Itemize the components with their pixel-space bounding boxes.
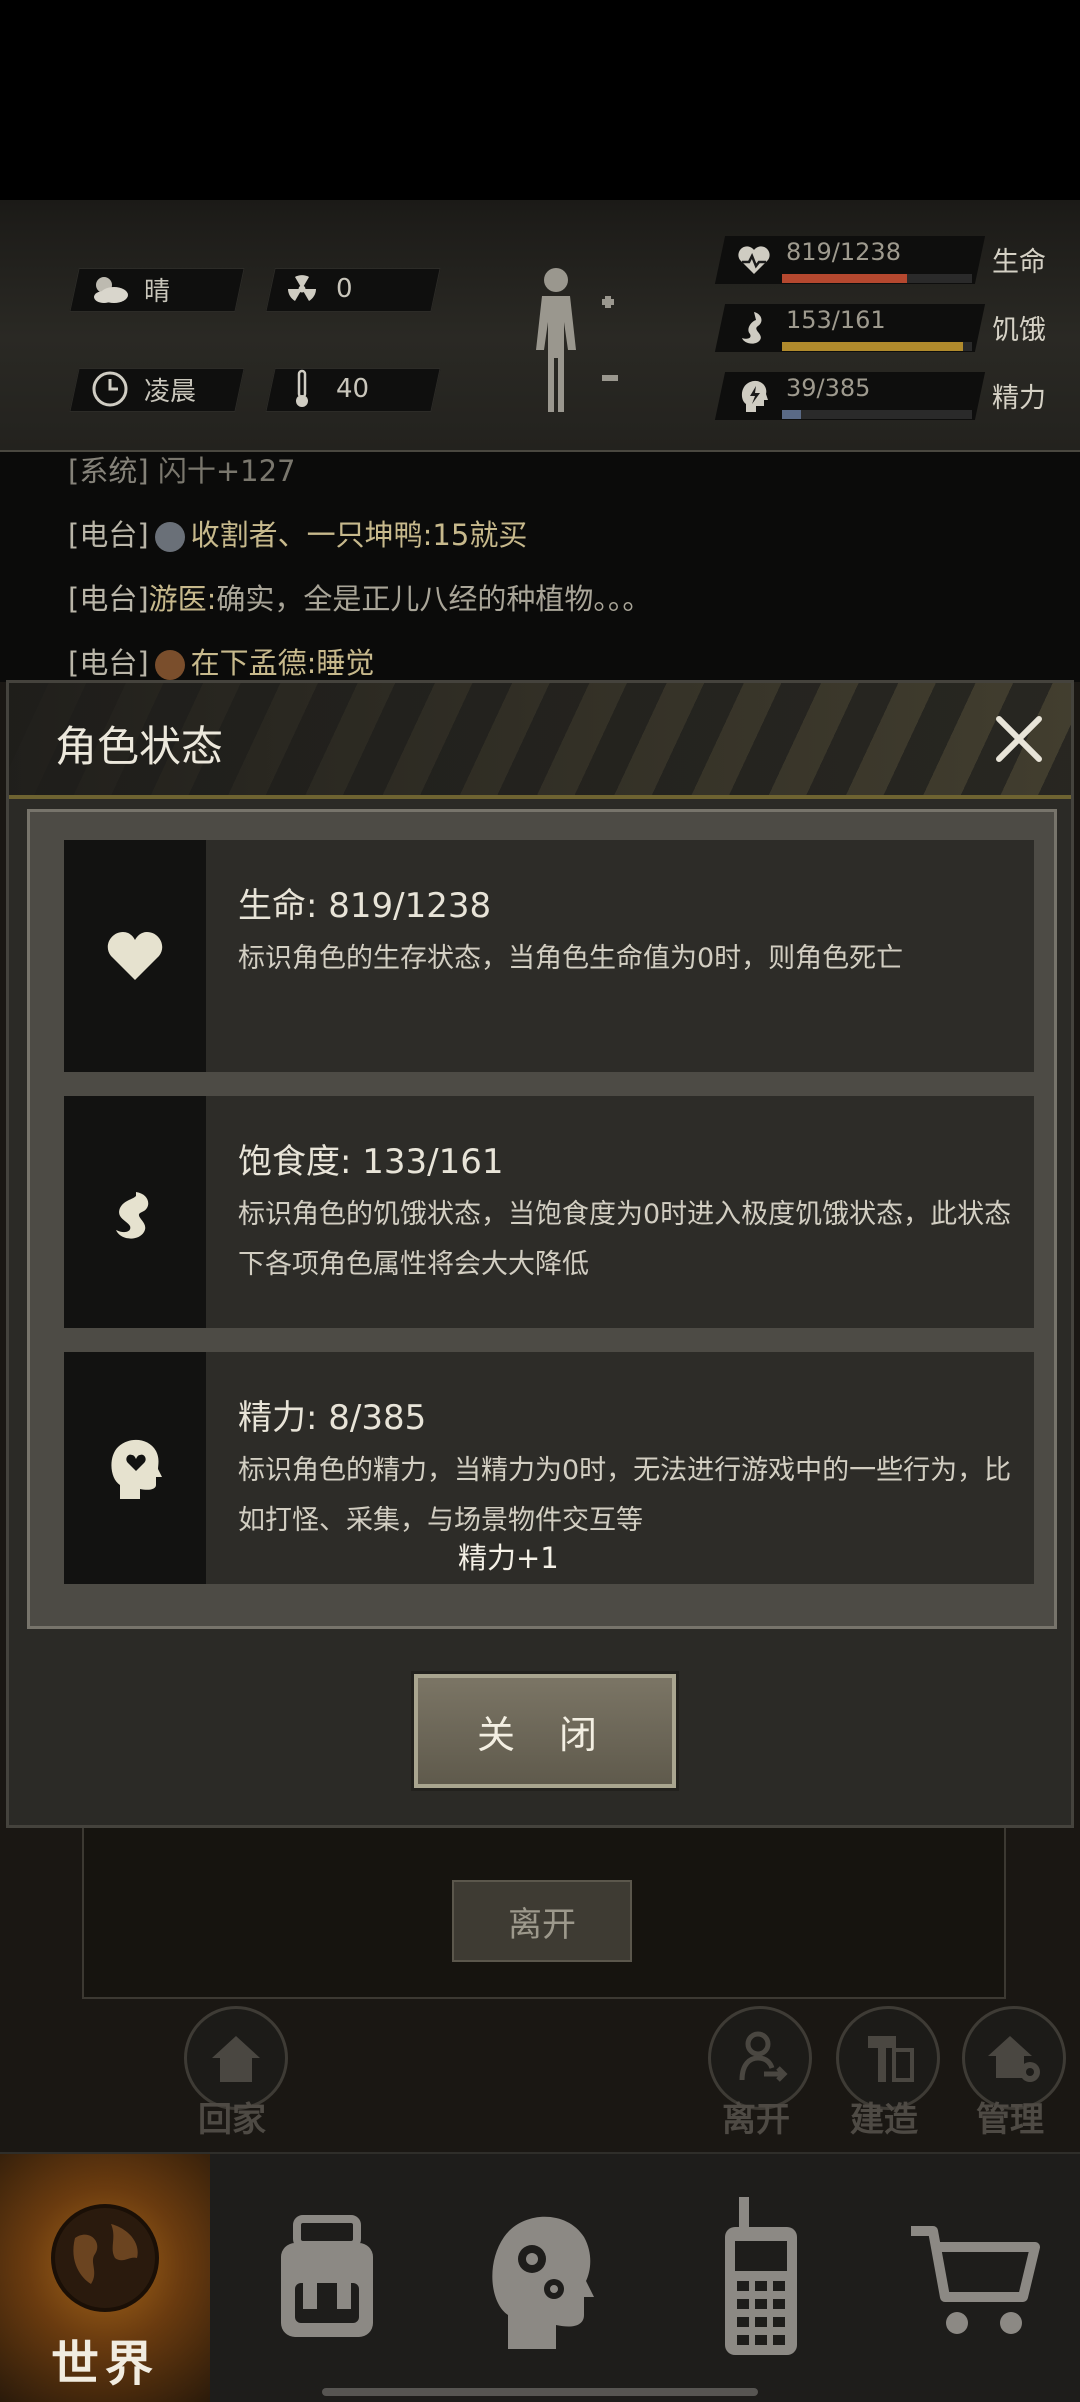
body-figure-icon[interactable]	[518, 262, 628, 422]
backpack-icon	[281, 2215, 373, 2337]
globe-icon	[51, 2204, 159, 2312]
nav-backpack[interactable]	[222, 2154, 432, 2402]
exit-label: 离开	[722, 2100, 790, 2140]
weather-value: 晴	[144, 276, 171, 307]
clock-icon	[88, 367, 132, 411]
radiation-value: 0	[336, 274, 353, 304]
energy-bar-fill	[782, 410, 801, 419]
chat-line: [电台]游医:确实，全是正儿八经的种植物。。。	[68, 582, 652, 616]
energy-stat[interactable]: 39/385 精力	[714, 366, 1060, 426]
nav-shop[interactable]	[870, 2154, 1080, 2402]
close-icon[interactable]	[987, 707, 1051, 771]
satiety-card: 饱食度: 133/161 标识角色的饥饿状态，当饱食度为0时进入极度饥饿状态，此…	[64, 1096, 1034, 1328]
nav-world[interactable]: 世界	[0, 2154, 210, 2402]
person-exit-icon	[739, 2031, 788, 2082]
energy-card-title: 精力: 8/385	[238, 1398, 427, 1438]
radiation-icon	[280, 267, 324, 311]
dialog-title: 角色状态	[55, 722, 224, 771]
energy-card-description: 标识角色的精力，当精力为0时，无法进行游戏中的一些行为，比如打怪、采集，与场景物…	[238, 1455, 1012, 1536]
nav-character[interactable]	[436, 2154, 646, 2402]
health-label: 生命	[992, 247, 1046, 278]
heart-icon	[107, 932, 163, 980]
status-hud: 晴 0 凌晨 40 819/1238 生命 153/161 饥饿 39/385 …	[0, 200, 1080, 452]
house-gear-icon	[988, 2036, 1040, 2082]
health-card: 生命: 819/1238 标识角色的生存状态，当角色生命值为0时，则角色死亡	[64, 840, 1034, 1072]
close-button[interactable]: 关 闭	[414, 1674, 676, 1788]
heart-pulse-icon	[738, 246, 770, 274]
hunger-value: 153/161	[786, 306, 886, 334]
health-card-title: 生命: 819/1238	[238, 886, 492, 926]
time-value: 凌晨	[144, 376, 197, 407]
hunger-stat[interactable]: 153/161 饥饿	[714, 298, 1060, 358]
energy-value: 39/385	[786, 374, 871, 402]
house-icon	[212, 2036, 260, 2082]
nav-world-label: 世界	[50, 2336, 159, 2392]
thermometer-icon	[280, 367, 324, 411]
hammer-icon	[868, 2036, 914, 2082]
head-heart-icon	[111, 1439, 162, 1499]
avatar[interactable]	[154, 522, 185, 552]
scene-leave-button[interactable]: 离开	[452, 1880, 632, 1962]
avatar[interactable]	[154, 650, 185, 680]
chat-line: [电台] 在下孟德:睡觉	[68, 646, 375, 680]
stomach-icon	[116, 1184, 149, 1239]
energy-gain-popup: 精力+1	[458, 1541, 559, 1575]
chat-line: [电台] 收割者、一只坤鸭:15就买	[68, 518, 528, 552]
hunger-label: 饥饿	[992, 315, 1046, 346]
manage-label: 管理	[976, 2100, 1044, 2140]
nav-radio[interactable]	[656, 2154, 866, 2402]
chat-line: [系统] 闪十+127	[68, 454, 296, 488]
temperature-value: 40	[336, 374, 370, 404]
head-lightning-icon	[741, 380, 768, 412]
home-indicator	[322, 2388, 758, 2396]
energy-label: 精力	[992, 383, 1046, 414]
bottom-nav: 世界	[0, 2152, 1080, 2402]
walkie-talkie-icon	[725, 2197, 797, 2355]
health-card-description: 标识角色的生存状态，当角色生命值为0时，则角色死亡	[238, 943, 904, 974]
health-bar-fill	[782, 274, 908, 283]
hunger-bar-fill	[782, 342, 963, 351]
home-label: 回家	[198, 2100, 266, 2140]
status-panel: 生命: 819/1238 标识角色的生存状态，当角色生命值为0时，则角色死亡 饱…	[27, 809, 1057, 1629]
shopping-cart-icon	[911, 2226, 1040, 2334]
stomach-icon	[742, 312, 762, 344]
dialog-header: 角色状态	[9, 683, 1071, 799]
satiety-card-title: 饱食度: 133/161	[238, 1142, 504, 1182]
satiety-card-description: 标识角色的饥饿状态，当饱食度为0时进入极度饥饿状态，此状态下各项角色属性将会大大…	[238, 1199, 1012, 1280]
health-stat[interactable]: 819/1238 生命	[714, 230, 1060, 290]
health-value: 819/1238	[786, 238, 901, 266]
head-gears-icon	[492, 2216, 594, 2349]
chat-log[interactable]: [系统] 闪十+127 [电台] 收割者、一只坤鸭:15就买 [电台]游医:确实，…	[0, 452, 1080, 682]
build-label: 建造	[850, 2100, 918, 2140]
cloud-sun-icon	[88, 267, 132, 311]
character-status-dialog: 角色状态 生命: 819/1238 标识角色的生存状态，当角色生命值为0时，则角…	[6, 680, 1074, 1828]
